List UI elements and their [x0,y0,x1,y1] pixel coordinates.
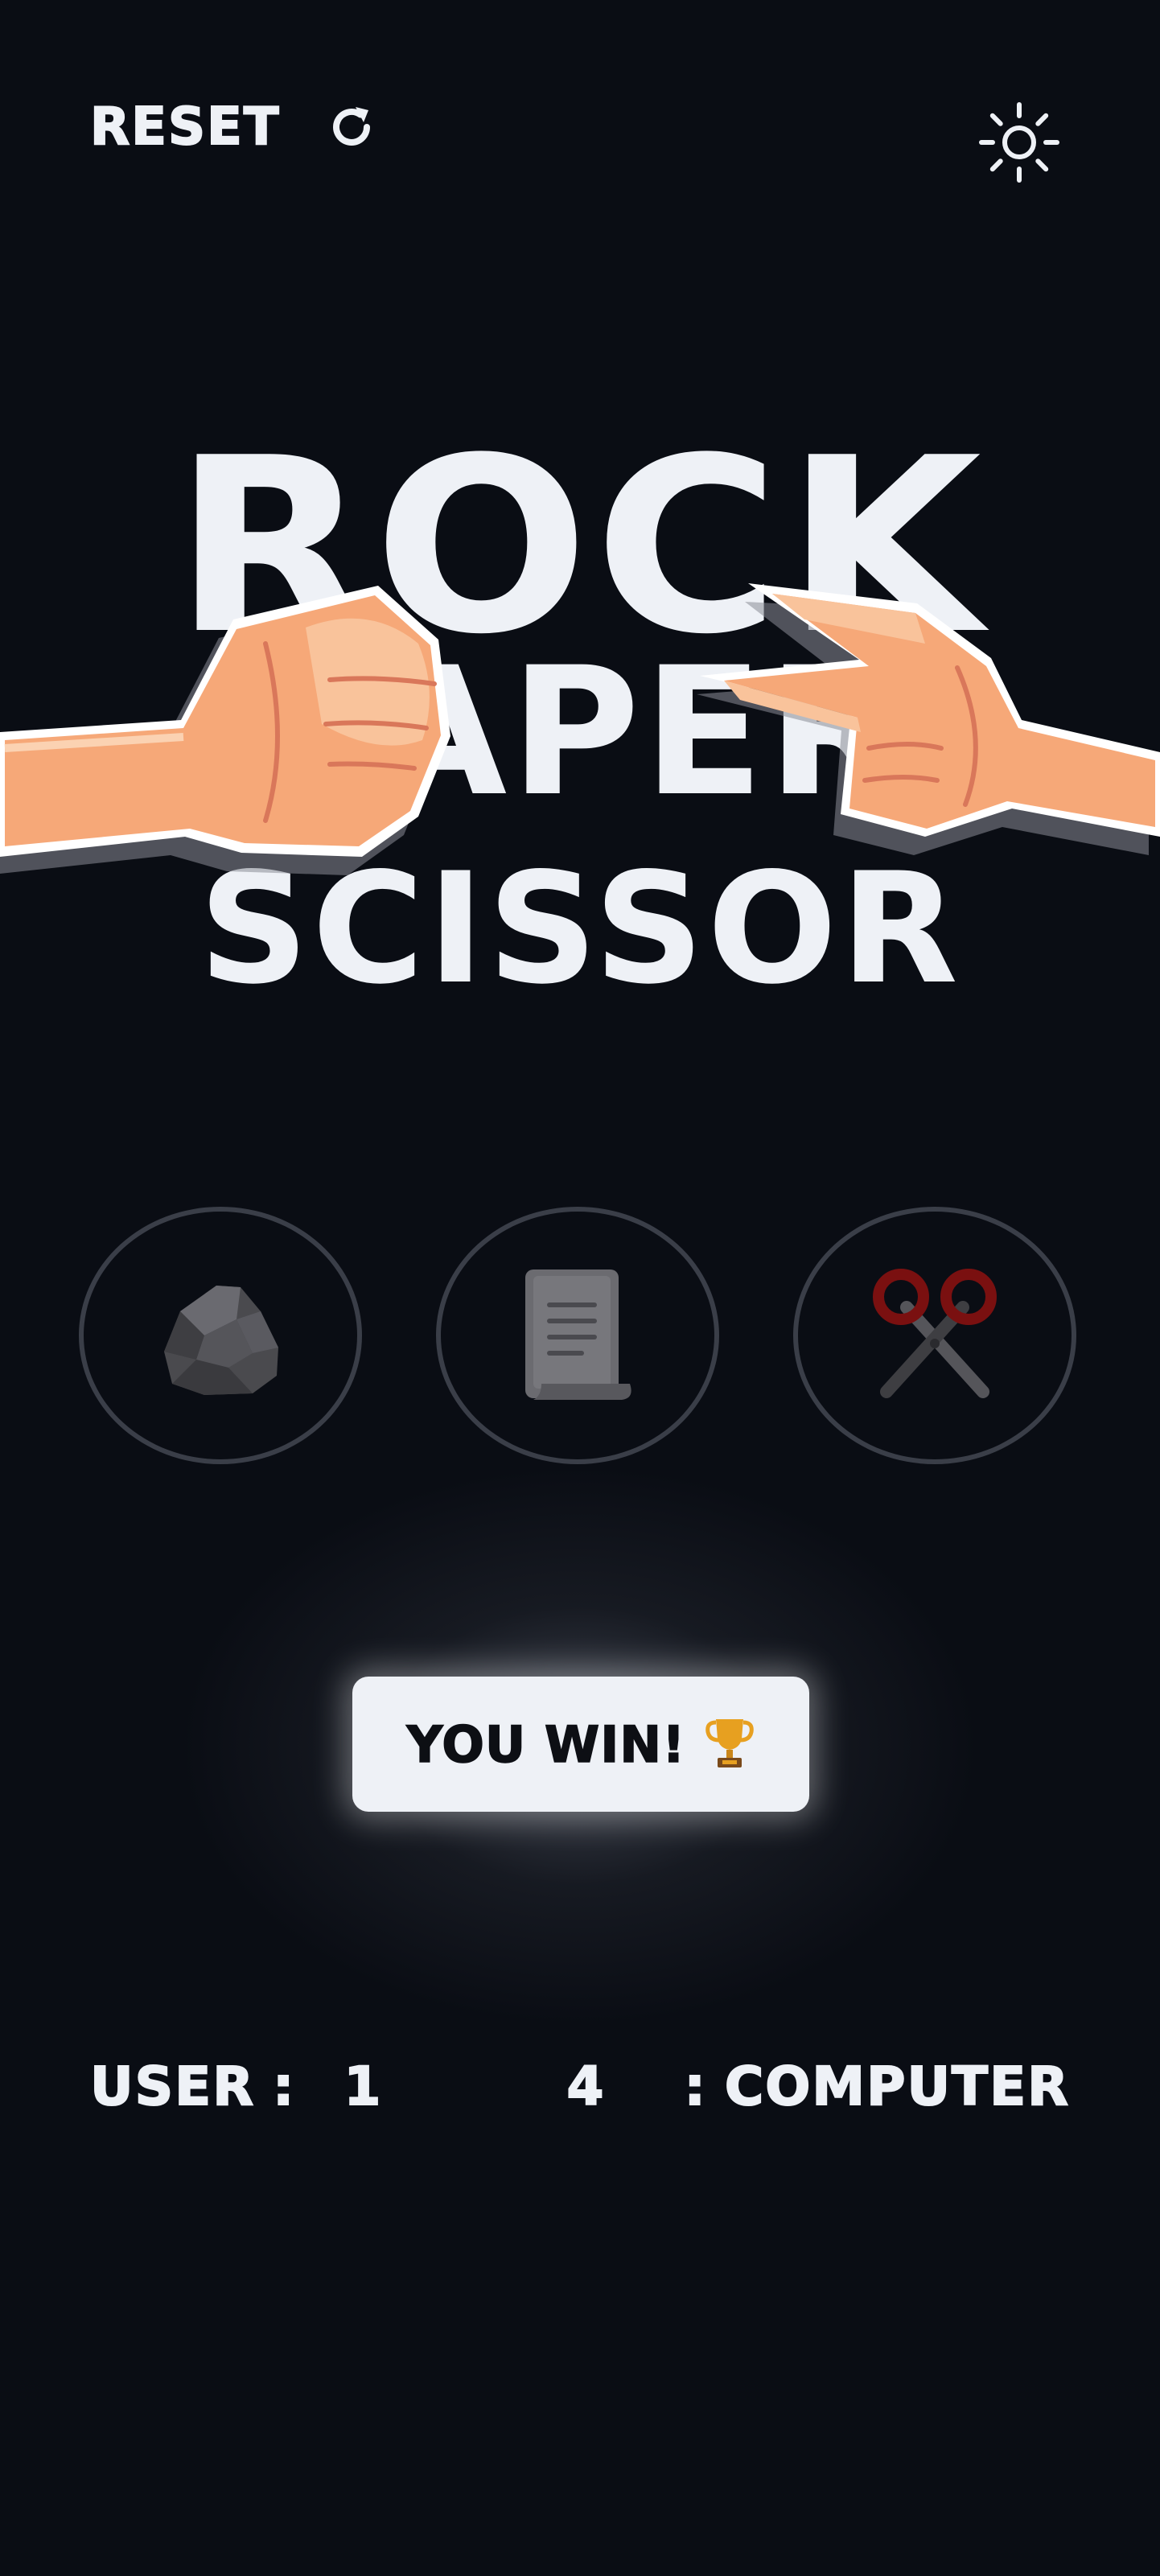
refresh-icon [325,101,378,154]
choices-row [0,1207,1160,1472]
result-text: YOU WIN! [406,1714,686,1775]
trophy-icon [705,1714,755,1774]
reset-label: RESET [89,97,281,158]
paper-choice-button[interactable] [436,1207,719,1464]
rock-icon [148,1263,293,1408]
computer-score-separator: : [683,2055,707,2118]
sun-icon [975,102,1063,190]
scissors-choice-button[interactable] [793,1207,1076,1464]
paper-icon [509,1263,646,1408]
game-title: ROCK PAPER SCISSOR [0,402,1160,1046]
computer-score-label: COMPUTER [724,2055,1070,2118]
title-scissor: SCISSOR [199,840,961,1018]
user-score-label: USER [89,2055,256,2118]
user-score: USER : 1 [89,2050,383,2122]
computer-score: 4 : COMPUTER [566,2050,1070,2122]
result-banner: YOU WIN! [352,1677,809,1812]
user-score-value: 1 [343,2055,383,2118]
computer-score-value: 4 [566,2055,606,2118]
title-paper: PAPER [253,629,907,835]
scissors-icon [862,1263,1007,1408]
theme-toggle-button[interactable] [975,98,1063,187]
reset-button[interactable]: RESET [89,90,378,164]
user-score-separator: : [272,2055,296,2118]
rock-choice-button[interactable] [79,1207,362,1464]
